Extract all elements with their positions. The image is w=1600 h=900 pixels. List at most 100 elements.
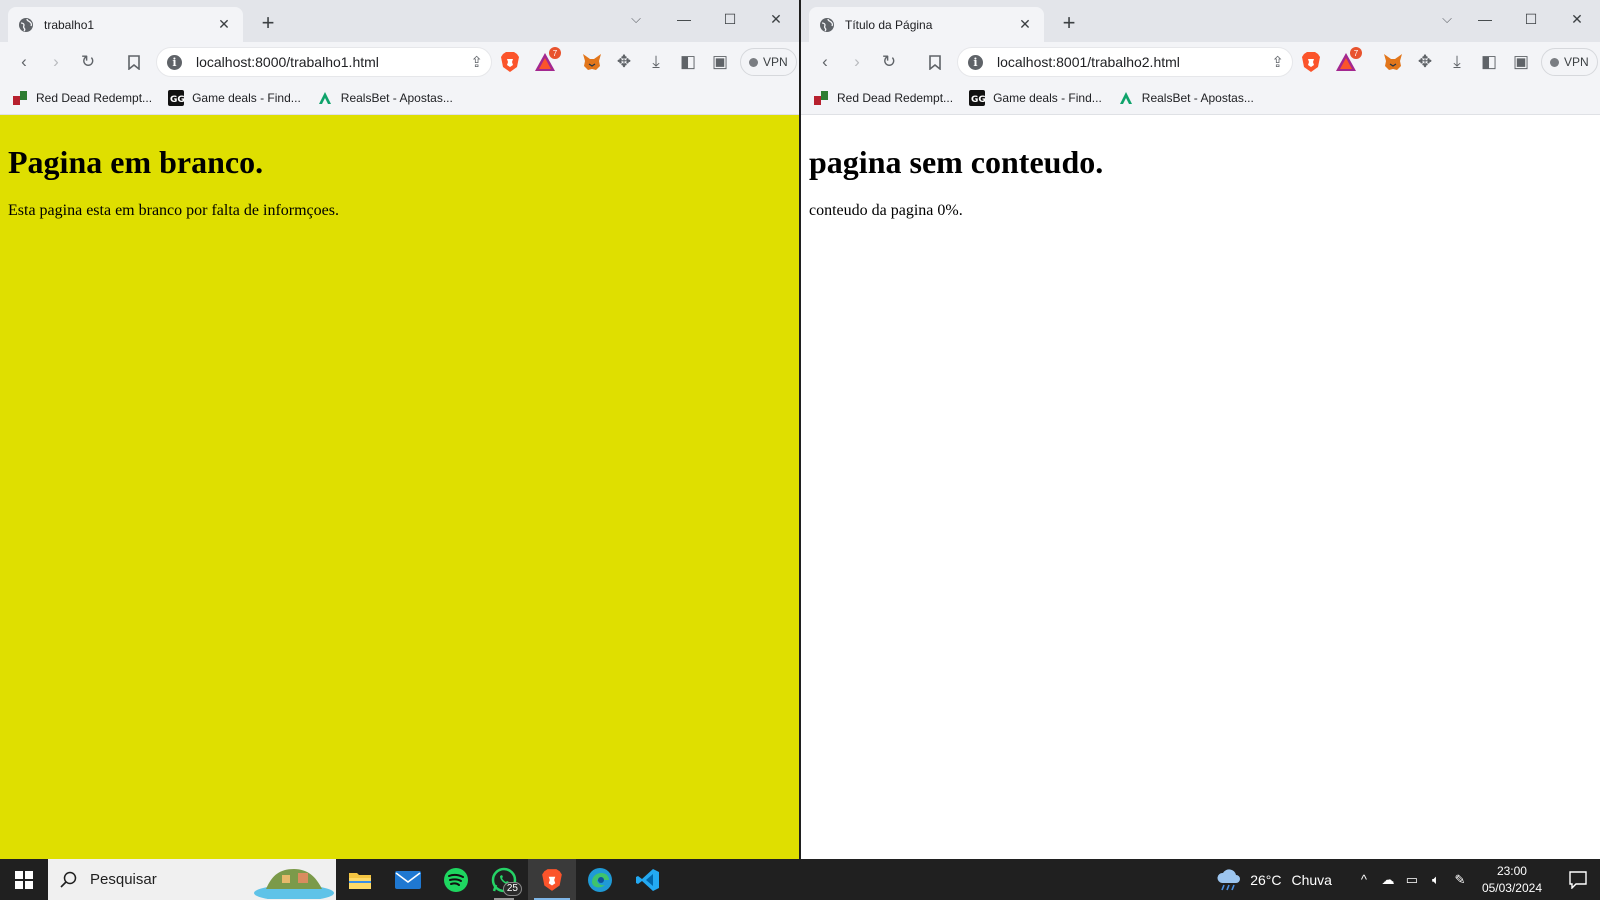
extensions-group: ✥ ⤓ ◧ ▣ VPN ≡	[576, 46, 799, 78]
realsbet-icon	[318, 92, 331, 104]
window-controls: — ☐ ✕	[1462, 6, 1600, 32]
window-controls: — ☐ ✕	[661, 6, 799, 32]
extensions-puzzle-icon[interactable]: ✥	[608, 46, 640, 78]
site-info-icon[interactable]: i	[968, 54, 983, 70]
downloads-icon[interactable]: ⤓	[640, 46, 672, 78]
tab-close-icon[interactable]: ✕	[215, 16, 233, 33]
reload-icon[interactable]: ↻	[873, 46, 905, 78]
taskbar: Pesquisar 25 26°C Chuva ^ ☁ ▭ 🔈︎ ✎ 23:00	[0, 859, 1600, 900]
minimize-icon[interactable]: —	[661, 6, 707, 32]
vscode-icon[interactable]	[624, 859, 672, 900]
wallet-icon[interactable]: ▣	[1505, 46, 1537, 78]
page-heading: Pagina em branco.	[8, 144, 264, 180]
whatsapp-badge: 25	[502, 882, 522, 896]
wallet-icon[interactable]: ▣	[704, 46, 736, 78]
new-tab-button[interactable]: +	[256, 10, 280, 36]
notification-icon[interactable]	[1556, 859, 1600, 900]
onedrive-cloud-icon[interactable]: ☁	[1376, 859, 1400, 900]
bookmark-item[interactable]: GG Game deals - Find...	[168, 90, 301, 106]
tab-active[interactable]: trabalho1 ✕	[8, 7, 243, 42]
svg-text:GG: GG	[971, 95, 985, 105]
clock-time: 23:00	[1496, 863, 1527, 878]
bookmark-icon[interactable]	[118, 46, 150, 78]
bookmark-item[interactable]: RealsBet - Apostas...	[317, 90, 453, 106]
tab-search-chevron-icon[interactable]: ⌵	[623, 6, 649, 32]
windows-start-icon[interactable]	[0, 859, 48, 900]
forward-icon[interactable]: ›	[841, 46, 873, 78]
tab-search-chevron-icon[interactable]: ⌵	[1434, 6, 1460, 32]
brave-browser-icon[interactable]	[528, 859, 576, 900]
volume-icon[interactable]: 🔈︎	[1424, 859, 1448, 900]
maximize-icon[interactable]: ☐	[707, 6, 753, 32]
back-icon[interactable]: ‹	[8, 46, 40, 78]
page-viewport: pagina sem conteudo. conteudo da pagina …	[801, 115, 1600, 859]
edge-icon[interactable]	[576, 859, 624, 900]
share-icon[interactable]: ⇪	[1271, 53, 1284, 71]
pen-icon[interactable]: ✎	[1448, 859, 1472, 900]
realsbet-icon	[1119, 92, 1132, 104]
tab-title: Título da Página	[845, 17, 933, 32]
bookmark-item[interactable]: RealsBet - Apostas...	[1118, 90, 1254, 106]
forward-icon[interactable]: ›	[40, 46, 72, 78]
brave-shields-icon[interactable]	[500, 51, 520, 73]
vpn-button[interactable]: VPN	[740, 48, 797, 76]
maximize-icon[interactable]: ☐	[1508, 6, 1554, 32]
site-info-icon[interactable]: i	[167, 54, 182, 70]
search-highlight-illustration	[254, 869, 334, 899]
weather-temp: 26°C	[1250, 871, 1282, 888]
weather-desc: Chuva	[1291, 871, 1332, 888]
close-window-icon[interactable]: ✕	[753, 6, 799, 32]
tab-active[interactable]: Título da Página ✕	[809, 7, 1044, 42]
toolbar: ‹ › ↻ i localhost:8000/trabalho1.html ⇪ …	[0, 42, 799, 82]
whatsapp-icon[interactable]: 25	[480, 859, 528, 900]
spotify-icon[interactable]	[432, 859, 480, 900]
system-tray: 26°C Chuva ^ ☁ ▭ 🔈︎ ✎ 23:00 05/03/2024	[1216, 859, 1600, 900]
brave-rewards-icon[interactable]: 7	[1335, 47, 1362, 72]
reload-icon[interactable]: ↻	[72, 46, 104, 78]
weather-widget[interactable]: 26°C Chuva	[1216, 868, 1332, 891]
taskbar-search[interactable]: Pesquisar	[48, 859, 336, 900]
brave-shields-icon[interactable]	[1301, 51, 1321, 73]
metamask-fox-icon[interactable]	[1377, 46, 1409, 78]
downloads-icon[interactable]: ⤓	[1441, 46, 1473, 78]
file-explorer-icon[interactable]	[336, 859, 384, 900]
back-icon[interactable]: ‹	[809, 46, 841, 78]
clock[interactable]: 23:00 05/03/2024	[1482, 863, 1542, 897]
new-tab-button[interactable]: +	[1057, 10, 1081, 36]
share-icon[interactable]: ⇪	[470, 53, 483, 71]
bookmarks-bar: Red Dead Redempt... GG Game deals - Find…	[0, 82, 799, 114]
rewards-badge: 7	[1350, 47, 1362, 59]
url-text: localhost:8001/trabalho2.html	[997, 54, 1180, 70]
extensions-puzzle-icon[interactable]: ✥	[1409, 46, 1441, 78]
sidebar-icon[interactable]: ◧	[672, 46, 704, 78]
chevron-up-icon[interactable]: ^	[1352, 859, 1376, 900]
address-bar[interactable]: i localhost:8000/trabalho1.html ⇪	[156, 47, 492, 77]
metamask-fox-icon[interactable]	[576, 46, 608, 78]
toolbar: ‹ › ↻ i localhost:8001/trabalho2.html ⇪ …	[801, 42, 1600, 82]
address-bar[interactable]: i localhost:8001/trabalho2.html ⇪	[957, 47, 1293, 77]
bookmark-item[interactable]: Red Dead Redempt...	[12, 90, 152, 106]
globe-icon	[19, 17, 33, 32]
search-placeholder: Pesquisar	[90, 871, 157, 888]
bookmark-item[interactable]: GG Game deals - Find...	[969, 90, 1102, 106]
sidebar-icon[interactable]: ◧	[1473, 46, 1505, 78]
clock-date: 05/03/2024	[1481, 880, 1542, 895]
svg-text:GG: GG	[170, 95, 184, 105]
tab-strip: trabalho1 ✕ + ⌵ — ☐ ✕	[0, 0, 799, 42]
bookmark-item[interactable]: Red Dead Redempt...	[813, 90, 953, 106]
brave-rewards-icon[interactable]: 7	[534, 47, 561, 72]
rewards-badge: 7	[549, 47, 561, 59]
mail-icon[interactable]	[384, 859, 432, 900]
browser-window-left: trabalho1 ✕ + ⌵ — ☐ ✕ ‹ › ↻ i localhost:…	[0, 0, 800, 859]
url-text: localhost:8000/trabalho1.html	[196, 54, 379, 70]
vpn-button[interactable]: VPN	[1541, 48, 1598, 76]
tab-close-icon[interactable]: ✕	[1016, 16, 1034, 33]
minimize-icon[interactable]: —	[1462, 6, 1508, 32]
search-icon	[60, 871, 77, 888]
rdr-icon	[13, 91, 27, 105]
gg-icon: GG	[969, 90, 986, 106]
close-window-icon[interactable]: ✕	[1554, 6, 1600, 32]
bookmark-icon[interactable]	[919, 46, 951, 78]
page-heading: pagina sem conteudo.	[809, 144, 1104, 180]
network-icon[interactable]: ▭	[1400, 859, 1424, 900]
